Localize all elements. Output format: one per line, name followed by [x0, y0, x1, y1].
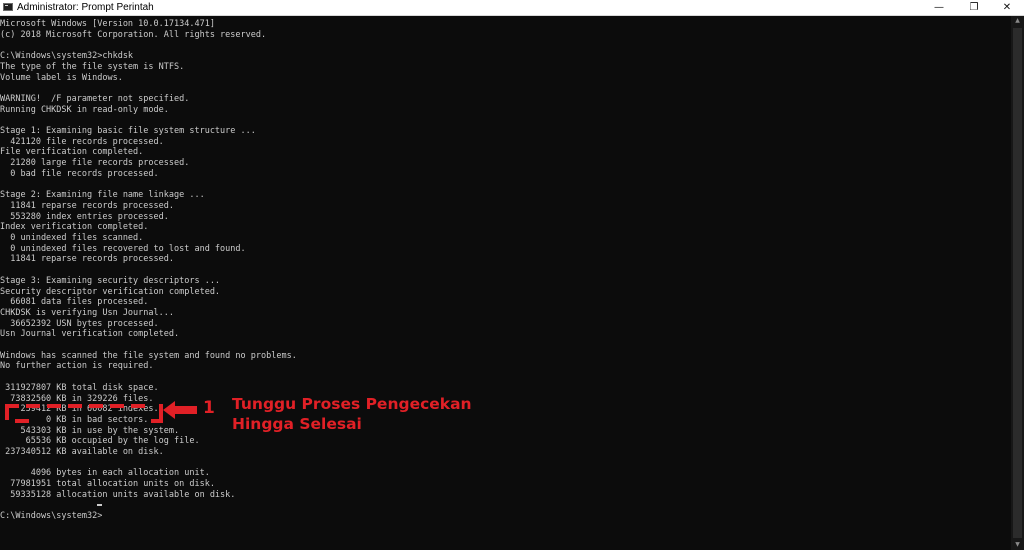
- console-line: 311927807 KB total disk space.: [0, 382, 159, 393]
- console-line: The type of the file system is NTFS.: [0, 61, 185, 72]
- annotation-text-line-2: Hingga Selesai: [232, 415, 362, 433]
- console-line: Stage 1: Examining basic file system str…: [0, 126, 256, 136]
- console-line: 21280 large file records processed.: [0, 158, 190, 169]
- title-bar[interactable]: Administrator: Prompt Perintah — ❐ ✕: [0, 0, 1024, 16]
- console-line: 11841 reparse records processed.: [0, 254, 174, 265]
- console-line: (c) 2018 Microsoft Corporation. All righ…: [0, 29, 267, 40]
- console-line: WARNING! /F parameter not specified.: [0, 93, 190, 104]
- console-line: Usn Journal verification completed.: [0, 329, 180, 340]
- console-line: Microsoft Windows [Version 10.0.17134.47…: [0, 19, 215, 29]
- console-line: 553280 index entries processed.: [0, 211, 169, 222]
- console-line: C:\Windows\system32>chkdsk: [0, 51, 134, 62]
- scrollbar-thumb[interactable]: [1013, 28, 1022, 538]
- console-line: 65536 KB occupied by the log file.: [0, 436, 200, 447]
- window-title: Administrator: Prompt Perintah: [17, 2, 154, 13]
- console-line: Index verification completed.: [0, 222, 149, 233]
- console-line: 59335128 allocation units available on d…: [0, 489, 236, 500]
- console-line: 4096 bytes in each allocation unit.: [0, 468, 210, 479]
- text-cursor: [97, 504, 102, 506]
- console-line: 0 bad file records processed.: [0, 168, 159, 179]
- console-line: 0 unindexed files scanned.: [0, 233, 144, 243]
- scroll-down-icon[interactable]: ▼: [1011, 540, 1024, 550]
- vertical-scrollbar[interactable]: ▲ ▼: [1011, 16, 1024, 550]
- command-prompt-icon: [3, 3, 13, 11]
- console-line: 0 unindexed files recovered to lost and …: [0, 243, 246, 254]
- console-line: Stage 2: Examining file name linkage ...: [0, 190, 205, 201]
- console-line: 543303 KB in use by the system.: [0, 425, 180, 436]
- red-arrow-icon: [163, 401, 197, 419]
- annotation-number: 1: [203, 398, 215, 418]
- annotation-text-line-1: Tunggu Proses Pengecekan: [232, 395, 472, 413]
- console-line: 237340512 KB available on disk.: [0, 447, 164, 457]
- console-line: 36652392 USN bytes processed.: [0, 318, 159, 329]
- maximize-button[interactable]: ❐: [957, 0, 991, 15]
- minimize-button[interactable]: —: [922, 0, 956, 15]
- console-line: 421120 file records processed.: [0, 136, 164, 147]
- console-line: Running CHKDSK in read-only mode.: [0, 104, 169, 115]
- console-line: CHKDSK is verifying Usn Journal...: [0, 307, 174, 318]
- console-line: Windows has scanned the file system and …: [0, 350, 297, 361]
- console-line: 77981951 total allocation units on disk.: [0, 479, 215, 490]
- console-line: Stage 3: Examining security descriptors …: [0, 275, 221, 286]
- console-line: C:\Windows\system32>: [0, 511, 103, 522]
- console-line: Security descriptor verification complet…: [0, 286, 221, 297]
- console-line: 11841 reparse records processed.: [0, 200, 174, 211]
- console-line: No further action is required.: [0, 361, 154, 372]
- console-line: 66081 data files processed.: [0, 297, 149, 308]
- console-line: 73832560 KB in 329226 files.: [0, 393, 154, 404]
- console-line: Volume label is Windows.: [0, 72, 123, 83]
- console-line: File verification completed.: [0, 147, 144, 158]
- annotation-text: Tunggu Proses Pengecekan Hingga Selesai: [232, 394, 472, 434]
- close-button[interactable]: ✕: [990, 0, 1024, 15]
- scroll-up-icon[interactable]: ▲: [1011, 16, 1024, 26]
- console-output[interactable]: Microsoft Windows [Version 10.0.17134.47…: [0, 16, 1011, 550]
